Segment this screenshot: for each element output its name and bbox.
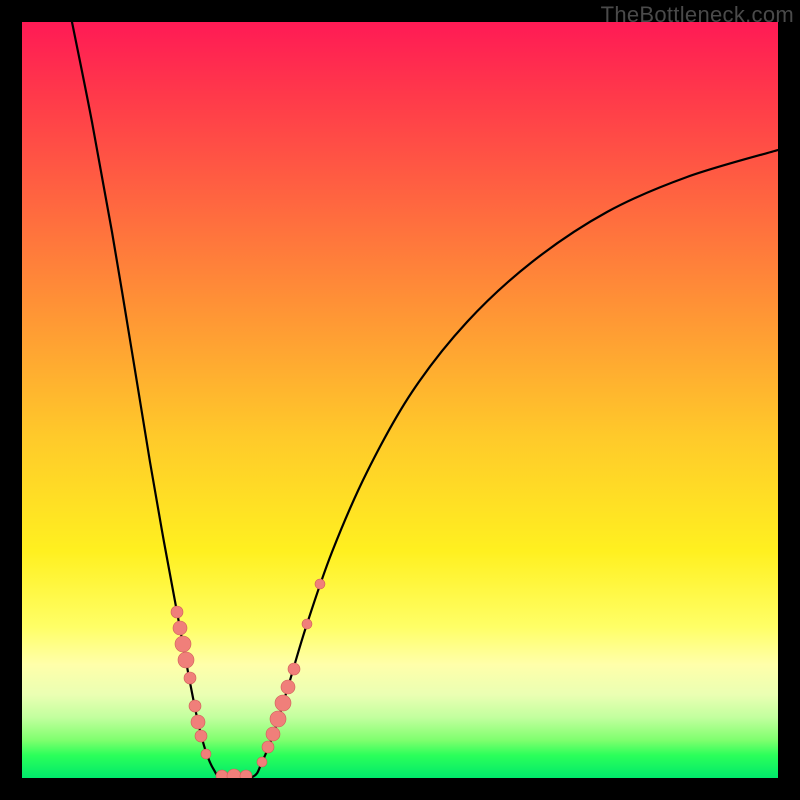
marker-right-1 [262,741,274,753]
marker-left-6 [191,715,205,729]
plot-area [22,22,778,778]
marker-left-3 [178,652,194,668]
marker-flat-0 [216,770,228,778]
marker-right-3 [270,711,286,727]
marker-left-1 [173,621,187,635]
marker-left-5 [189,700,201,712]
marker-right-4 [275,695,291,711]
marker-left-8 [201,749,211,759]
marker-right-6 [288,663,300,675]
marker-left-2 [175,636,191,652]
marker-left-0 [171,606,183,618]
marker-flat-1 [227,769,241,778]
bottleneck-curve [72,22,778,778]
markers-group [171,579,325,778]
outer-frame: TheBottleneck.com [0,0,800,800]
chart-svg [22,22,778,778]
marker-right-0 [257,757,267,767]
marker-right-8 [315,579,325,589]
marker-right-5 [281,680,295,694]
watermark-text: TheBottleneck.com [601,2,794,28]
marker-right-7 [302,619,312,629]
marker-left-7 [195,730,207,742]
marker-left-4 [184,672,196,684]
marker-flat-2 [240,770,252,778]
curve-group [72,22,778,778]
marker-right-2 [266,727,280,741]
